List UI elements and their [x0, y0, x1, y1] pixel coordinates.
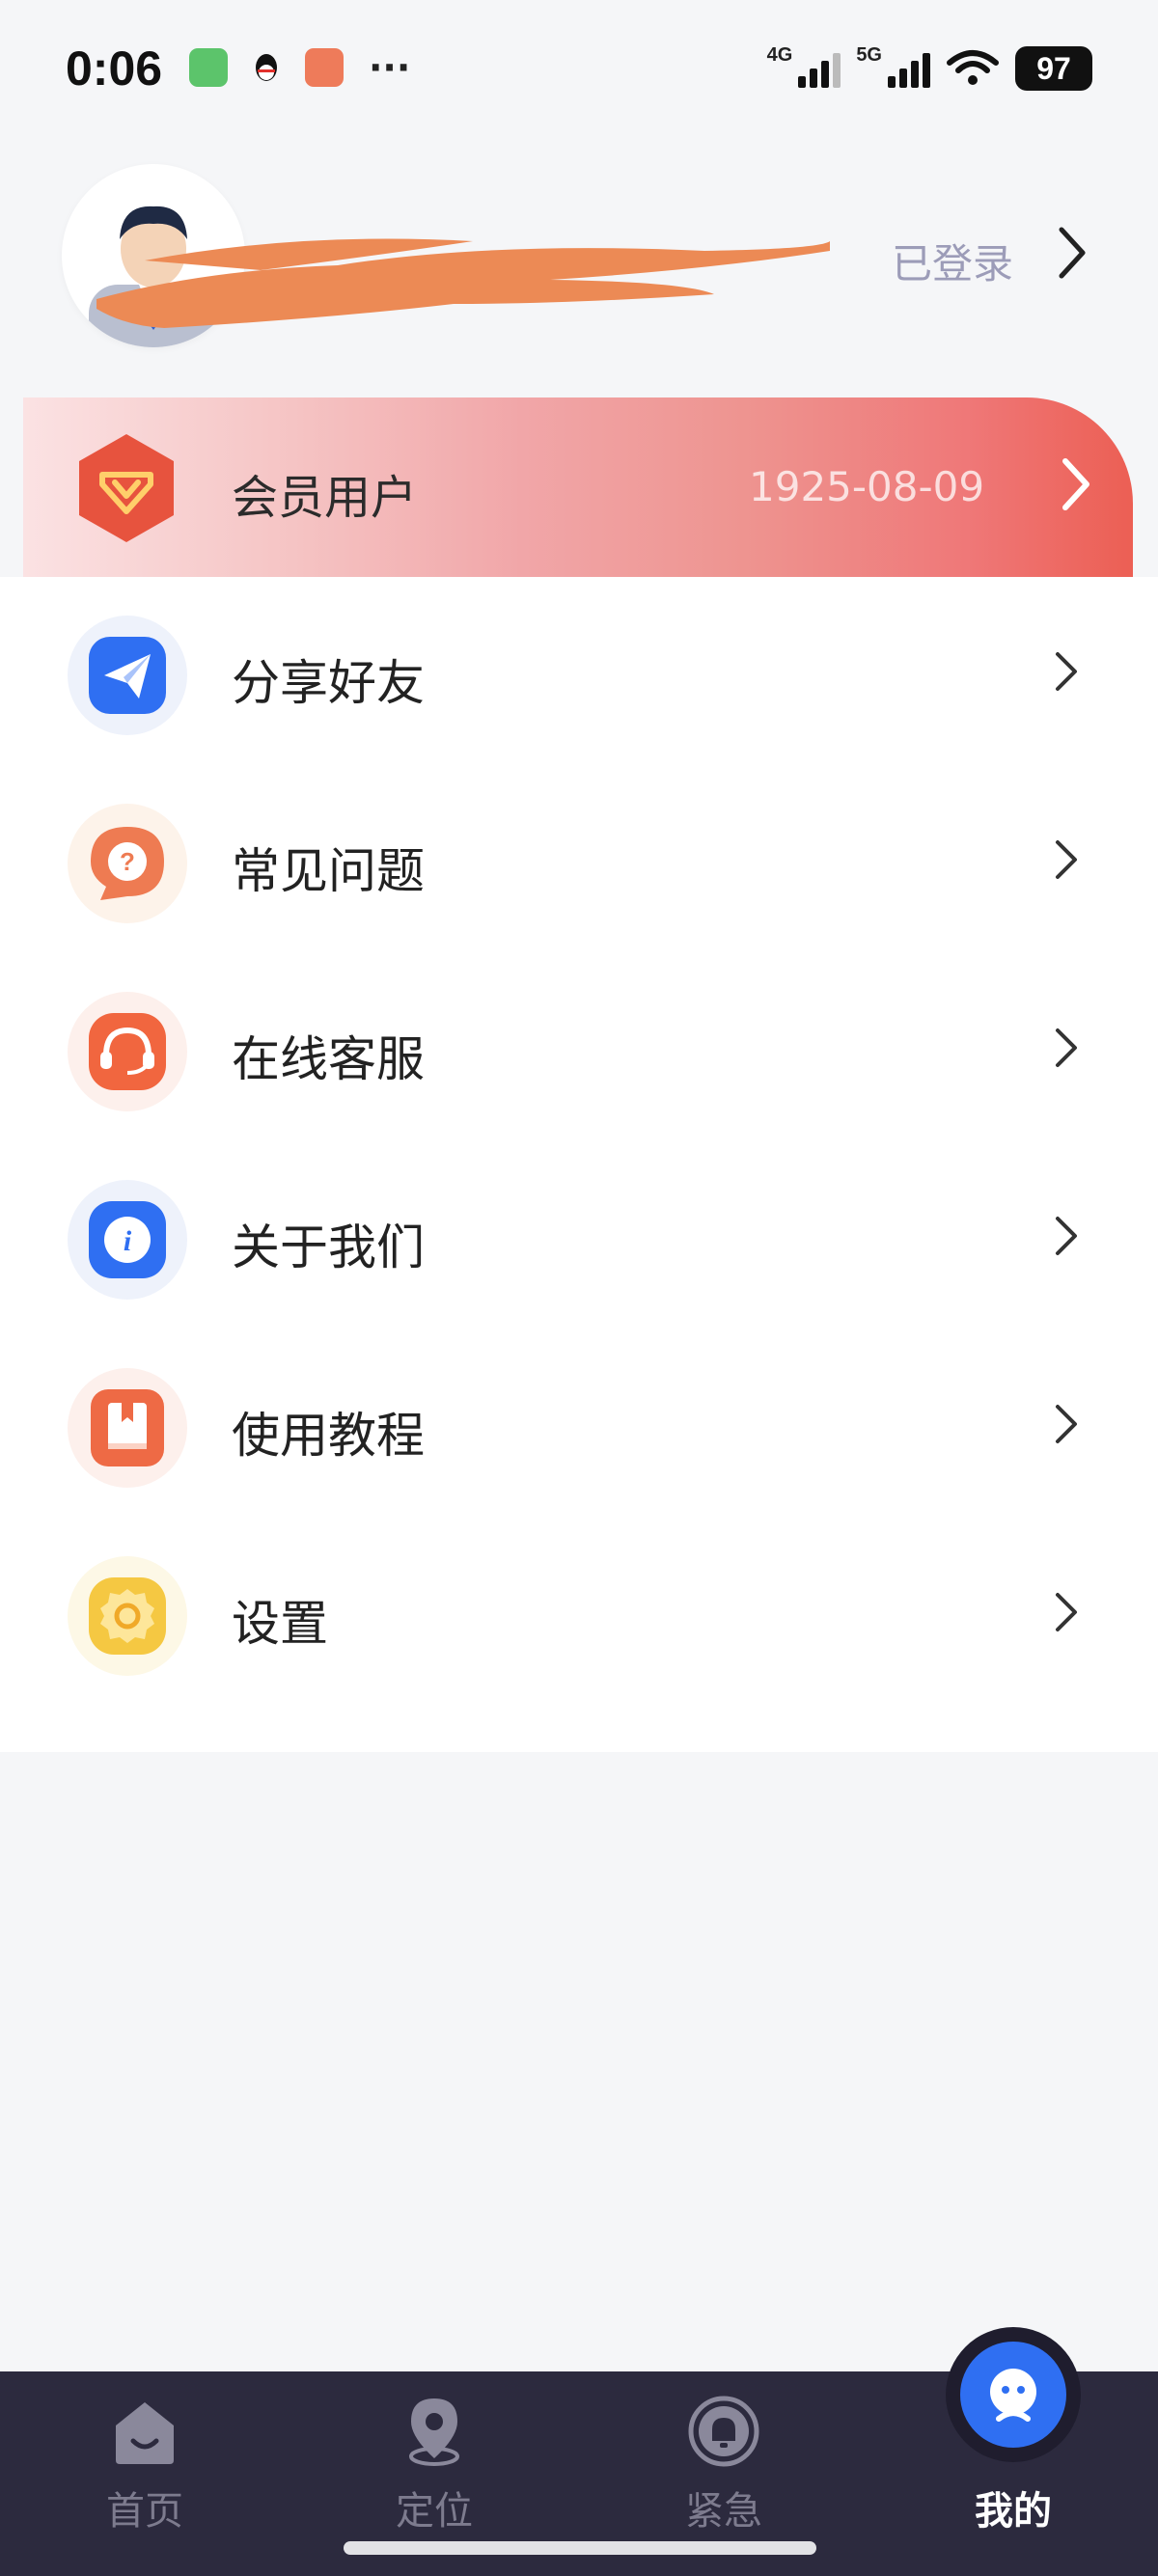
menu-item-label: 使用教程: [232, 1408, 425, 1464]
menu-item-label: 设置: [232, 1596, 328, 1652]
menu-icon-container: [68, 616, 187, 735]
svg-text:?: ?: [120, 847, 135, 876]
status-app-icons: ···: [189, 48, 410, 87]
tab-label: 紧急: [685, 2489, 762, 2534]
home-indicator[interactable]: [344, 2541, 816, 2555]
location-pin-icon: [409, 2398, 459, 2466]
vip-diamond-icon: [79, 434, 174, 542]
menu-item-about[interactable]: i 关于我们: [0, 1141, 1158, 1329]
tab-label: 首页: [106, 2489, 183, 2534]
menu-item-label: 在线客服: [232, 1031, 425, 1087]
tab-label: 定位: [396, 2489, 473, 2534]
vip-banner[interactable]: 会员用户 1925-08-09: [23, 397, 1133, 577]
username-redaction: [96, 238, 830, 328]
vip-label: 会员用户: [232, 471, 418, 525]
login-status[interactable]: 已登录: [892, 232, 1013, 290]
home-icon: [116, 2402, 174, 2464]
menu-item-label: 分享好友: [232, 655, 425, 711]
svg-text:i: i: [124, 1225, 132, 1257]
vip-expiry-date: 1925-08-09: [749, 463, 985, 510]
question-bubble-icon: ?: [91, 827, 164, 900]
tab-me-icon-circle: [960, 2342, 1066, 2448]
menu-list: 分享好友 ? 常见问题 在线客服 i 关于我们 使用教程 设置: [0, 577, 1158, 1752]
qq-app-icon: [256, 54, 277, 81]
chevron-right-icon: [1056, 1028, 1077, 1067]
profile-header[interactable]: 已登录: [0, 154, 1158, 367]
menu-item-label: 常见问题: [232, 843, 425, 899]
bell-icon: [688, 2396, 759, 2467]
menu-icon-container: [68, 1556, 187, 1676]
paper-plane-icon: [89, 637, 166, 714]
chevron-right-icon: [1056, 1217, 1077, 1255]
network-5g-label: 5G: [856, 43, 882, 66]
status-indicators: 4G 5G 97: [766, 43, 1092, 91]
menu-icon-container: [68, 1368, 187, 1488]
book-icon: [91, 1389, 164, 1466]
info-icon: i: [89, 1201, 166, 1278]
chevron-right-icon[interactable]: [1056, 455, 1094, 513]
tab-me-active-bubble[interactable]: [946, 2327, 1081, 2462]
chevron-right-icon: [1056, 1593, 1077, 1631]
menu-icon-container: ?: [68, 804, 187, 923]
status-more-icon: ···: [369, 46, 411, 89]
status-bar: 0:06 ··· 4G 5G 97: [0, 0, 1158, 135]
signal-4g-icon: [798, 49, 841, 88]
menu-item-tutorial[interactable]: 使用教程: [0, 1329, 1158, 1518]
status-time: 0:06: [66, 41, 163, 96]
tab-location[interactable]: 定位: [290, 2371, 579, 2534]
menu-item-settings[interactable]: 设置: [0, 1518, 1158, 1706]
menu-icon-container: [68, 992, 187, 1111]
menu-item-support[interactable]: 在线客服: [0, 953, 1158, 1141]
chevron-right-icon: [1056, 652, 1077, 691]
profile-face-icon: [990, 2369, 1036, 2422]
box-app-icon: [305, 48, 344, 87]
tab-emergency[interactable]: 紧急: [579, 2371, 868, 2534]
chevron-right-icon: [1056, 840, 1077, 879]
network-4g-label: 4G: [766, 43, 793, 66]
messages-app-icon: [189, 48, 228, 87]
wifi-icon: [947, 50, 999, 85]
menu-item-label: 关于我们: [232, 1219, 425, 1275]
menu-icon-container: i: [68, 1180, 187, 1300]
chevron-right-icon: [1056, 1405, 1077, 1443]
gear-icon: [89, 1577, 166, 1655]
menu-item-share[interactable]: 分享好友: [0, 577, 1158, 765]
menu-item-faq[interactable]: ? 常见问题: [0, 765, 1158, 953]
battery-indicator: 97: [1015, 46, 1092, 91]
signal-5g-icon: [888, 49, 930, 88]
headset-icon: [89, 1013, 166, 1090]
chevron-right-icon[interactable]: [1052, 224, 1090, 282]
tab-label: 我的: [975, 2489, 1052, 2534]
tab-home[interactable]: 首页: [0, 2371, 290, 2534]
